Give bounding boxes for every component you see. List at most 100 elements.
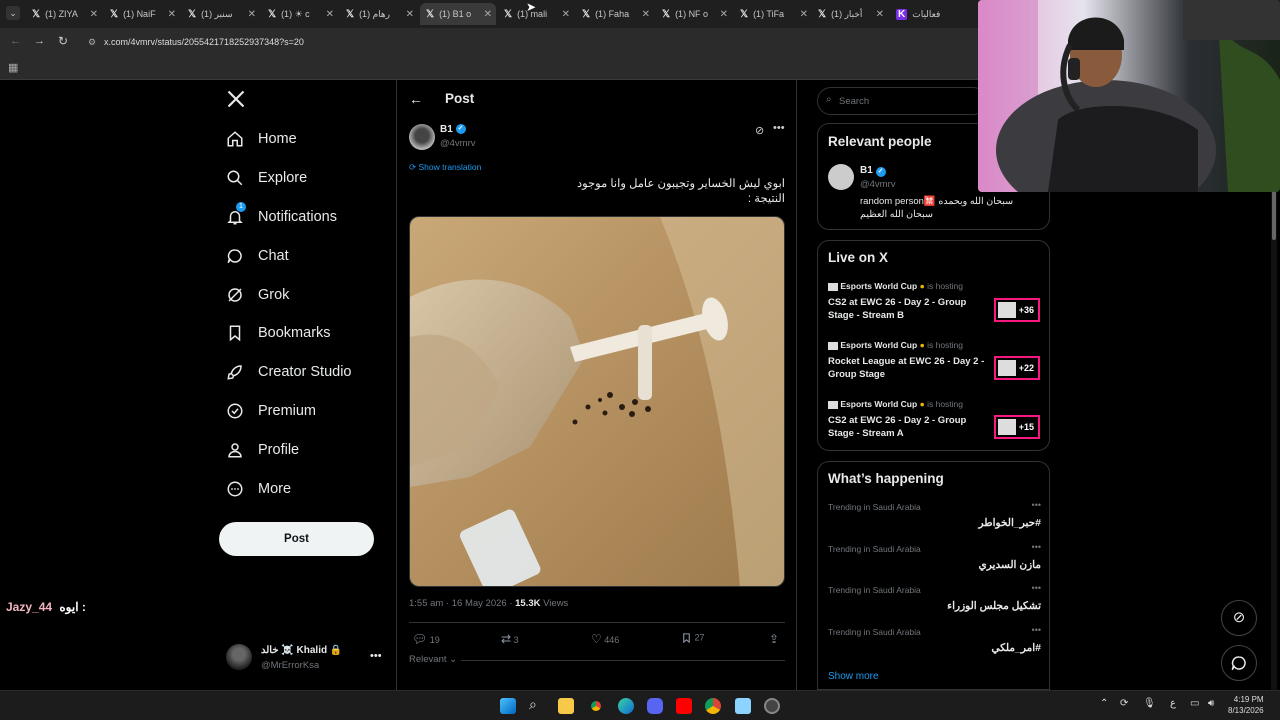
close-icon[interactable]: ✕: [248, 9, 256, 20]
nav-item-bookmarks[interactable]: Bookmarks: [226, 321, 331, 345]
discord-icon[interactable]: [647, 698, 663, 714]
trend-item[interactable]: Trending in Saudi Arabia ••• مازن السدير…: [828, 542, 1041, 578]
nav-item-premium[interactable]: Premium: [226, 399, 316, 423]
monitor-icon[interactable]: ▭: [1190, 698, 1199, 709]
site-info-icon[interactable]: ⚙: [88, 32, 96, 52]
edge-icon[interactable]: [618, 698, 634, 714]
more-dots-icon[interactable]: •••: [1032, 583, 1041, 593]
live-item[interactable]: Esports World Cup ● is hosting CS2 at EW…: [828, 281, 1043, 329]
scrollbar-thumb[interactable]: [1272, 190, 1276, 240]
person-icon: [228, 443, 242, 458]
author-avatar[interactable]: [409, 124, 435, 150]
chat-fab-button[interactable]: [1221, 645, 1257, 681]
post-image[interactable]: [409, 216, 785, 587]
more-dots-icon[interactable]: •••: [370, 650, 382, 662]
browser-tab-active[interactable]: 𝕏 (1) B1 o ✕: [420, 3, 496, 25]
grok-fab-icon[interactable]: ⊘: [1221, 600, 1257, 636]
account-name: خالد ☠️ Khalid 🔒: [261, 645, 343, 656]
browser-tab[interactable]: 𝕏 (1) NF o ✕: [656, 3, 732, 25]
nav-item-home[interactable]: Home: [226, 127, 297, 151]
live-item[interactable]: Esports World Cup ● is hosting Rocket Le…: [828, 340, 1043, 388]
reload-icon[interactable]: ↻: [58, 34, 68, 48]
youtube-icon[interactable]: [676, 698, 692, 714]
more-dots-icon[interactable]: •••: [1032, 625, 1041, 635]
clock[interactable]: 4:19 PM 8/13/2026: [1228, 694, 1264, 716]
close-icon[interactable]: ✕: [90, 9, 98, 20]
close-icon[interactable]: ✕: [562, 9, 570, 20]
close-icon[interactable]: ✕: [168, 9, 176, 20]
nav-item-more[interactable]: More: [226, 477, 291, 501]
close-icon[interactable]: ✕: [326, 9, 334, 20]
browser-tab[interactable]: 𝕏 (1) رهام ✕: [340, 3, 418, 25]
trend-name: مازن السديري: [978, 559, 1041, 571]
nav-item-notifications[interactable]: 1 Notifications: [226, 202, 337, 229]
grok-icon[interactable]: ⊘: [755, 124, 764, 137]
reply-count: 19: [429, 635, 440, 645]
avatar[interactable]: [828, 164, 854, 190]
language-indicator[interactable]: ع: [1170, 698, 1176, 709]
back-arrow-icon[interactable]: ←: [10, 35, 21, 47]
back-arrow-icon[interactable]: ←: [409, 91, 423, 107]
post-button[interactable]: Post: [219, 522, 374, 556]
heart-icon: ♡: [591, 632, 602, 646]
close-icon[interactable]: ✕: [876, 9, 884, 20]
browser-tab[interactable]: 𝕏 (1) ☀ c ✕: [262, 3, 338, 25]
chevron-up-icon[interactable]: ⌃: [1100, 698, 1108, 709]
share-icon[interactable]: ⇪: [769, 632, 779, 646]
trend-item[interactable]: Trending in Saudi Arabia ••• تشكيل مجلس …: [828, 583, 1041, 619]
apps-grid-icon[interactable]: ▦: [8, 61, 18, 74]
more-dots-icon[interactable]: •••: [1032, 500, 1041, 510]
trend-item[interactable]: Trending in Saudi Arabia ••• #امر_ملكي: [828, 625, 1041, 661]
close-icon[interactable]: ✕: [642, 9, 650, 20]
notepad-icon[interactable]: [735, 698, 751, 714]
repost-button[interactable]: ⇄ 3: [501, 632, 519, 646]
windows-start-icon[interactable]: [500, 698, 516, 714]
sort-dropdown[interactable]: Relevant ⌄: [409, 654, 462, 665]
more-dots-icon[interactable]: •••: [1032, 542, 1041, 552]
x-logo-icon[interactable]: [226, 89, 246, 109]
post-timestamp[interactable]: 1:55 am · 16 May 2026 ·: [409, 598, 513, 609]
chrome-icon[interactable]: [588, 698, 604, 714]
nav-item-explore[interactable]: Explore: [226, 166, 307, 190]
person-name-row[interactable]: B1 ✓: [860, 165, 886, 177]
close-icon[interactable]: ✕: [720, 9, 728, 20]
nav-item-grok[interactable]: Grok: [226, 283, 289, 307]
search-icon[interactable]: ⌕: [529, 696, 537, 713]
microphone-icon[interactable]: 🎙︎: [1143, 698, 1156, 709]
author-name-row[interactable]: B1 ✓: [440, 124, 466, 135]
browser-tab[interactable]: 𝕏 (1) TiFa ✕: [734, 3, 812, 25]
reply-button[interactable]: 💬︎ 19: [412, 632, 440, 646]
hosting-label: is hosting: [927, 399, 964, 409]
browser-tab[interactable]: 𝕏 (1) NaiF ✕: [104, 3, 180, 25]
ewc-logo-icon: [828, 341, 838, 350]
browser-tab[interactable]: 𝕏 (1) ZIYA ✕: [26, 3, 102, 25]
nav-item-profile[interactable]: Profile: [226, 438, 299, 462]
tab-list-icon[interactable]: ⌄: [6, 6, 20, 20]
file-explorer-icon[interactable]: [558, 698, 574, 714]
author-handle[interactable]: @4vmrv: [440, 138, 476, 149]
url-bar[interactable]: ⚙ x.com/4vmrv/status/2055421718252937348…: [80, 32, 975, 52]
chrome-profile-icon[interactable]: [705, 698, 721, 714]
show-translation-link[interactable]: ⟳ Show translation: [409, 162, 481, 173]
browser-tab[interactable]: K فعاليات: [890, 3, 970, 25]
browser-tab[interactable]: 𝕏 (1) Faha ✕: [576, 3, 654, 25]
speaker-icon[interactable]: 🔊︎: [1208, 698, 1214, 709]
more-dots-icon[interactable]: •••: [773, 122, 785, 134]
nav-item-chat[interactable]: Chat: [226, 244, 289, 268]
sync-icon[interactable]: ⟳: [1120, 698, 1128, 709]
forward-arrow-icon[interactable]: →: [34, 35, 45, 47]
nav-item-creator-studio[interactable]: Creator Studio: [226, 360, 352, 384]
avatar[interactable]: [226, 644, 252, 670]
search-input[interactable]: ⌕ Search: [817, 87, 987, 115]
close-icon[interactable]: ✕: [406, 9, 414, 20]
live-item[interactable]: Esports World Cup ● is hosting CS2 at EW…: [828, 399, 1043, 447]
browser-tab[interactable]: 𝕏 (1) سنبر ✕: [182, 3, 260, 25]
trend-item[interactable]: Trending in Saudi Arabia ••• #حبر_الخواط…: [828, 500, 1041, 536]
browser-tab[interactable]: 𝕏 (1) أخبار ✕: [812, 3, 888, 25]
like-button[interactable]: ♡ 446: [591, 632, 619, 646]
show-more-link[interactable]: Show more: [828, 671, 879, 682]
obs-icon[interactable]: [764, 698, 780, 714]
close-icon[interactable]: ✕: [484, 9, 492, 20]
close-icon[interactable]: ✕: [800, 9, 808, 20]
bookmark-button[interactable]: 27: [681, 632, 705, 644]
